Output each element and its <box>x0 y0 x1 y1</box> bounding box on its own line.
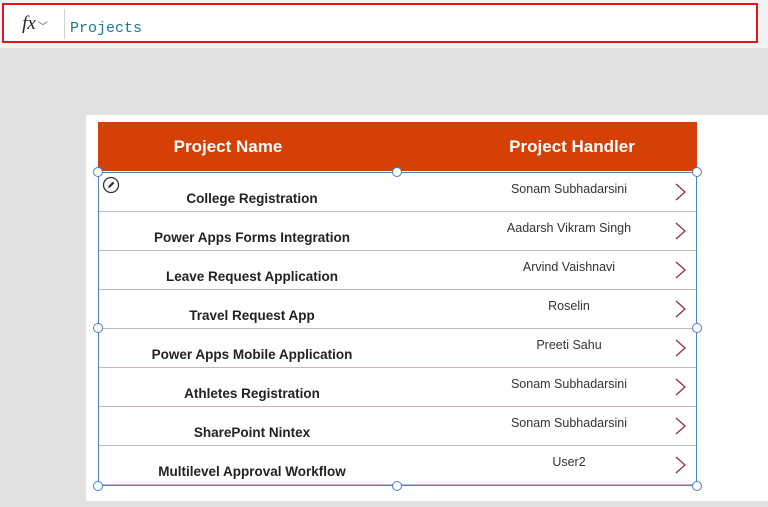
project-name: Multilevel Approval Workflow <box>158 464 346 479</box>
table-row[interactable]: SharePoint Nintex Sonam Subhadarsini <box>99 407 696 446</box>
project-handler: Arvind Vaishnavi <box>522 260 616 274</box>
formula-highlight-frame: fx ﹀ <box>2 3 758 43</box>
project-handler: Sonam Subhadarsini <box>510 377 628 391</box>
project-handler: Sonam Subhadarsini <box>510 182 628 196</box>
resize-handle-top-center[interactable] <box>392 167 402 177</box>
project-handler: Sonam Subhadarsini <box>510 416 628 430</box>
project-name: Athletes Registration <box>184 386 320 401</box>
table-row[interactable]: Leave Request Application Arvind Vaishna… <box>99 251 696 290</box>
project-name: SharePoint Nintex <box>193 425 311 440</box>
resize-handle-top-left[interactable] <box>93 167 103 177</box>
formula-input[interactable] <box>70 9 750 39</box>
resize-handle-top-right[interactable] <box>692 167 702 177</box>
resize-handle-middle-right[interactable] <box>692 323 702 333</box>
projects-gallery[interactable]: College Registration Sonam Subhadarsini … <box>98 172 697 486</box>
divider <box>64 9 65 39</box>
table-row[interactable]: Power Apps Mobile Application Preeti Sah… <box>99 329 696 368</box>
table-row[interactable]: College Registration Sonam Subhadarsini <box>99 173 696 212</box>
chevron-right-icon[interactable] <box>673 260 687 280</box>
table-row[interactable]: Power Apps Forms Integration Aadarsh Vik… <box>99 212 696 251</box>
resize-handle-bottom-right[interactable] <box>692 481 702 491</box>
chevron-right-icon[interactable] <box>673 221 687 241</box>
project-name: Leave Request Application <box>165 269 339 284</box>
project-handler: Aadarsh Vikram Singh <box>506 221 632 235</box>
resize-handle-middle-left[interactable] <box>93 323 103 333</box>
formula-bar: fx ﹀ <box>0 0 768 48</box>
project-handler: Roselin <box>548 299 590 313</box>
project-name: Travel Request App <box>189 308 315 323</box>
header-project-name: Project Name <box>173 137 283 156</box>
chevron-right-icon[interactable] <box>673 299 687 319</box>
table-row[interactable]: Athletes Registration Sonam Subhadarsini <box>99 368 696 407</box>
chevron-right-icon[interactable] <box>673 182 687 202</box>
project-name: Power Apps Forms Integration <box>153 230 351 245</box>
header-project-handler: Project Handler <box>509 137 635 156</box>
chevron-right-icon[interactable] <box>673 416 687 436</box>
chevron-right-icon[interactable] <box>673 455 687 475</box>
chevron-right-icon[interactable] <box>673 377 687 397</box>
table-header: Project Name Project Handler <box>98 122 697 171</box>
project-handler: User2 <box>552 455 586 469</box>
chevron-right-icon[interactable] <box>673 338 687 358</box>
table-row[interactable]: Travel Request App Roselin <box>99 290 696 329</box>
fx-icon: fx <box>22 13 36 34</box>
pencil-circle-icon[interactable] <box>102 176 120 194</box>
fx-dropdown-button[interactable]: fx ﹀ <box>10 9 60 39</box>
resize-handle-bottom-left[interactable] <box>93 481 103 491</box>
project-name: College Registration <box>186 191 318 206</box>
project-handler: Preeti Sahu <box>536 338 602 352</box>
project-name: Power Apps Mobile Application <box>151 347 353 362</box>
chevron-down-icon: ﹀ <box>37 21 48 33</box>
table-row[interactable]: Multilevel Approval Workflow User2 <box>99 446 696 485</box>
resize-handle-bottom-center[interactable] <box>392 481 402 491</box>
